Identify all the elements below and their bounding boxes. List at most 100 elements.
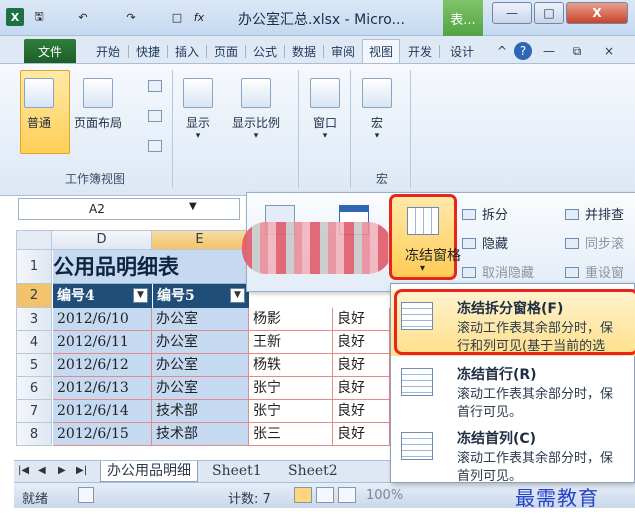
- doc-close-icon[interactable]: ×: [600, 39, 618, 63]
- next-sheet-icon[interactable]: ▶: [58, 465, 66, 476]
- tab-view[interactable]: 视图: [362, 39, 400, 63]
- maximize-button[interactable]: □: [534, 2, 564, 24]
- sheet-tab-office-supplies[interactable]: 办公用品明细: [100, 461, 198, 482]
- table-cell[interactable]: 良好: [333, 377, 390, 400]
- normal-view-status-icon[interactable]: [294, 487, 312, 503]
- redo-icon[interactable]: ↷: [122, 8, 140, 26]
- sheet-tab-sheet2[interactable]: Sheet2: [282, 461, 344, 482]
- zoom-button[interactable]: 显示比例 ▾: [232, 78, 280, 141]
- save-icon[interactable]: 🖫: [30, 8, 48, 26]
- filter-dropdown-icon[interactable]: ▼: [230, 288, 245, 303]
- zoom-level[interactable]: 100%: [366, 488, 403, 503]
- table-cell[interactable]: 办公室: [152, 354, 249, 377]
- table-cell[interactable]: 2012/6/14: [53, 400, 152, 423]
- table-cell[interactable]: 2012/6/15: [53, 423, 152, 446]
- row-header-4[interactable]: 4: [16, 331, 52, 354]
- tab-insert[interactable]: 插入: [170, 39, 204, 63]
- view-side-by-side-button[interactable]: 并排查: [565, 204, 624, 223]
- table-cell[interactable]: 王新: [249, 331, 333, 354]
- help-icon[interactable]: ?: [514, 42, 532, 60]
- row-header-8[interactable]: 8: [16, 423, 52, 446]
- tab-developer[interactable]: 开发: [403, 39, 437, 63]
- undo-icon[interactable]: ↶: [74, 8, 92, 26]
- name-box-dropdown-icon[interactable]: ▼: [189, 201, 197, 212]
- table-cell[interactable]: 办公室: [152, 377, 249, 400]
- sheet-title-cell[interactable]: 公用品明细表: [53, 250, 253, 284]
- table-cell[interactable]: 办公室: [152, 331, 249, 354]
- sheet-tab-sheet1[interactable]: Sheet1: [206, 461, 268, 482]
- sync-scrolling-button[interactable]: 同步滚: [565, 233, 624, 252]
- freeze-top-row-icon: [401, 368, 433, 396]
- prev-sheet-icon[interactable]: ◀: [38, 465, 46, 476]
- macro-record-icon[interactable]: [78, 487, 94, 503]
- menu-item-freeze-top-row[interactable]: 冻结首行(R) 滚动工作表其余部分时，保 首行可见。: [391, 356, 635, 422]
- select-all-corner[interactable]: [16, 230, 52, 250]
- tab-file[interactable]: 文件: [24, 39, 76, 63]
- new-icon[interactable]: □: [168, 8, 186, 26]
- freeze-panes-button[interactable]: 冻结窗格 ▾: [389, 194, 461, 280]
- tab-formulas[interactable]: 公式: [248, 39, 282, 63]
- table-cell[interactable]: 技术部: [152, 423, 249, 446]
- table-cell[interactable]: 张宁: [249, 377, 333, 400]
- function-icon[interactable]: fx: [190, 8, 208, 26]
- last-sheet-icon[interactable]: ▶|: [76, 465, 87, 476]
- table-cell[interactable]: 2012/6/12: [53, 354, 152, 377]
- tab-page-layout[interactable]: 页面: [209, 39, 243, 63]
- table-cell[interactable]: 2012/6/13: [53, 377, 152, 400]
- reset-window-position-button[interactable]: 重设窗: [565, 262, 624, 281]
- name-box[interactable]: A2 ▼: [18, 198, 240, 220]
- tab-design[interactable]: 设计: [442, 39, 482, 63]
- table-cell[interactable]: 张三: [249, 423, 333, 446]
- window-button[interactable]: 窗口 ▾: [310, 78, 340, 141]
- header-cell-d2[interactable]: 编号4 ▼: [53, 284, 152, 308]
- table-cell[interactable]: 2012/6/10: [53, 308, 152, 331]
- table-cell[interactable]: 良好: [333, 423, 390, 446]
- page-layout-view-button[interactable]: 页面布局: [74, 78, 122, 131]
- show-button[interactable]: 显示 ▾: [183, 78, 213, 141]
- unhide-button[interactable]: 取消隐藏: [462, 262, 534, 281]
- hide-button[interactable]: 隐藏: [462, 233, 508, 252]
- tab-data[interactable]: 数据: [287, 39, 321, 63]
- table-cell[interactable]: 张宁: [249, 400, 333, 423]
- table-cell[interactable]: 良好: [333, 331, 390, 354]
- table-cell[interactable]: 良好: [333, 354, 390, 377]
- row-header-5[interactable]: 5: [16, 354, 52, 377]
- table-cell[interactable]: 良好: [333, 308, 390, 331]
- normal-view-icon: [24, 78, 54, 108]
- custom-views-icon[interactable]: [148, 110, 162, 122]
- header-cell-e2[interactable]: 编号5 ▼: [153, 284, 249, 308]
- macros-button[interactable]: 宏 ▾: [362, 78, 392, 141]
- split-button[interactable]: 拆分: [462, 204, 508, 223]
- first-sheet-icon[interactable]: |◀: [18, 465, 29, 476]
- tab-home[interactable]: 开始: [90, 39, 126, 63]
- menu-item-freeze-first-column[interactable]: 冻结首列(C) 滚动工作表其余部分时，保 首列可见。: [391, 420, 635, 486]
- table-cell[interactable]: 技术部: [152, 400, 249, 423]
- table-cell[interactable]: 2012/6/11: [53, 331, 152, 354]
- doc-minimize-icon[interactable]: —: [540, 39, 558, 63]
- tab-review[interactable]: 审阅: [326, 39, 360, 63]
- row-header-7[interactable]: 7: [16, 400, 52, 423]
- page-break-status-icon[interactable]: [338, 487, 356, 503]
- row-header-1[interactable]: 1: [16, 250, 52, 284]
- excel-app-icon[interactable]: X: [6, 8, 24, 26]
- table-cell[interactable]: 办公室: [152, 308, 249, 331]
- normal-view-button[interactable]: 普通: [24, 78, 54, 131]
- row-header-6[interactable]: 6: [16, 377, 52, 400]
- minimize-button[interactable]: —: [492, 2, 532, 24]
- column-header-e[interactable]: E: [152, 230, 248, 250]
- close-button[interactable]: X: [566, 2, 628, 24]
- full-screen-icon[interactable]: [148, 140, 162, 152]
- table-cell[interactable]: 杨轶: [249, 354, 333, 377]
- column-header-d[interactable]: D: [52, 230, 152, 250]
- page-break-icon[interactable]: [148, 80, 162, 92]
- filter-dropdown-icon[interactable]: ▼: [133, 288, 148, 303]
- table-cell[interactable]: 良好: [333, 400, 390, 423]
- doc-restore-icon[interactable]: ⧉: [568, 39, 586, 63]
- table-cell[interactable]: 杨影: [249, 308, 333, 331]
- name-box-value: A2: [89, 202, 105, 216]
- tab-quick[interactable]: 快捷: [131, 39, 165, 63]
- row-header-2[interactable]: 2: [16, 284, 52, 308]
- page-layout-status-icon[interactable]: [316, 487, 334, 503]
- row-header-3[interactable]: 3: [16, 308, 52, 331]
- collapse-ribbon-icon[interactable]: ^: [494, 39, 510, 63]
